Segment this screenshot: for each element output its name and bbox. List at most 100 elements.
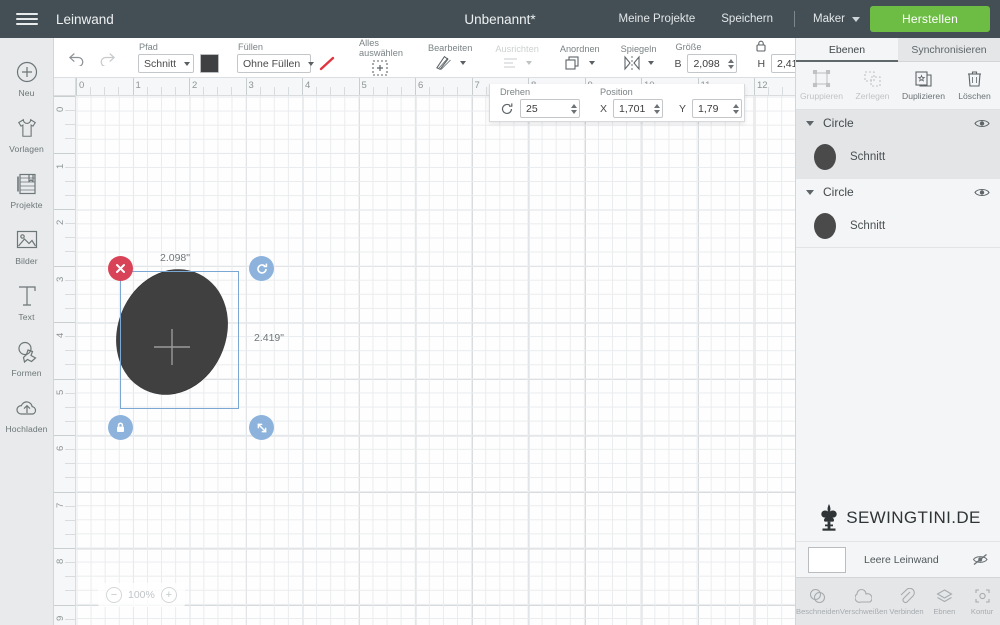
delete-label: Löschen: [958, 91, 991, 101]
save-button[interactable]: Speichern: [708, 13, 786, 25]
canvas-layer-row[interactable]: Leere Leinwand: [796, 541, 1000, 577]
sidebar-item-text[interactable]: Text: [0, 274, 54, 330]
rotate-label: Drehen: [500, 87, 531, 97]
ruler-minor-tick: [65, 180, 75, 182]
ruler-minor-tick: [65, 477, 75, 479]
minus-circle-icon[interactable]: −: [106, 587, 122, 603]
position-y-input[interactable]: 1,79: [692, 99, 743, 118]
sidebar-item-vorlagen[interactable]: Vorlagen: [0, 106, 54, 162]
width-input[interactable]: 2,098: [687, 54, 738, 73]
layer-group-2-header[interactable]: Circle: [796, 179, 1000, 205]
vertical-ruler: 0123456789: [54, 96, 76, 625]
ungroup-button[interactable]: Zerlegen: [847, 62, 898, 109]
ruler-tick: [54, 604, 75, 606]
sidebar-label-neu: Neu: [18, 88, 35, 98]
duplicate-button[interactable]: Duplizieren: [898, 62, 949, 109]
delete-button[interactable]: Löschen: [949, 62, 1000, 109]
sidebar-item-hochladen[interactable]: Hochladen: [0, 386, 54, 442]
ruler-minor-tick: [273, 87, 275, 95]
red-slash-icon[interactable]: [317, 54, 337, 73]
resize-handle-icon: [255, 421, 269, 435]
attach-button[interactable]: Verbinden: [888, 578, 926, 625]
fill-select[interactable]: Ohne Füllen: [237, 54, 315, 73]
layer-group-2-row[interactable]: Schnitt: [796, 205, 1000, 247]
sidebar-label-vorlagen: Vorlagen: [9, 144, 44, 154]
watermark-text: SEWINGTINI.DE: [846, 508, 981, 527]
canvas-layer-label: Leere Leinwand: [864, 553, 939, 566]
hamburger-icon[interactable]: [0, 0, 54, 38]
ruler-minor-tick: [90, 87, 92, 95]
rotate-handle-icon: [255, 262, 269, 276]
caret-down-icon[interactable]: [806, 120, 814, 126]
lock-closed-icon[interactable]: [754, 39, 768, 53]
select-all-button[interactable]: Alles auswählen: [346, 38, 415, 78]
flatten-button[interactable]: Ebnen: [925, 578, 963, 625]
ruler-minor-tick: [65, 420, 75, 422]
layer-group-1-row[interactable]: Schnitt: [796, 136, 1000, 178]
rotate-value: 25: [526, 102, 538, 115]
caret-down-icon[interactable]: [806, 189, 814, 195]
ruler-minor-tick: [386, 87, 388, 95]
layer-group-1-name: Circle: [823, 116, 854, 130]
sidebar-item-neu[interactable]: Neu: [0, 50, 54, 106]
width-label: B: [674, 57, 682, 70]
undo-redo-group: [54, 50, 129, 66]
layer-group-2[interactable]: Circle Schnitt: [796, 179, 1000, 248]
eye-off-icon[interactable]: [972, 553, 989, 566]
ruler-minor-tick: [217, 87, 219, 95]
path-label: Pfad: [139, 42, 158, 52]
eye-icon[interactable]: [974, 118, 990, 129]
rotate-handle[interactable]: [249, 256, 274, 281]
position-x-stepper[interactable]: [654, 103, 661, 114]
ruler-minor-tick: [65, 279, 75, 281]
path-color-swatch[interactable]: [200, 54, 219, 73]
weld-icon: [855, 588, 873, 604]
design-canvas[interactable]: 0123456789101112 0123456789: [54, 78, 795, 625]
canvas-grid[interactable]: 2.098" 2.419" − 100% +: [76, 96, 795, 625]
resize-handle[interactable]: [249, 415, 274, 440]
ruler-minor-tick: [65, 251, 75, 253]
rotate-input[interactable]: 25: [520, 99, 580, 118]
machine-selector[interactable]: Maker: [803, 13, 870, 25]
my-projects-link[interactable]: Meine Projekte: [606, 13, 709, 25]
ruler-tick-label: 3: [248, 80, 254, 91]
layers-panel: Ebenen Synchronisieren Gruppieren Zerleg…: [795, 38, 1000, 625]
slice-button[interactable]: Beschneiden: [796, 578, 840, 625]
sidebar-item-bilder[interactable]: Bilder: [0, 218, 54, 274]
width-stepper[interactable]: [728, 58, 735, 69]
bottom-tools: Beschneiden Verschweißen Verbinden Ebnen…: [796, 577, 1000, 625]
path-select[interactable]: Schnitt: [138, 54, 194, 73]
tab-ebenen[interactable]: Ebenen: [796, 38, 898, 62]
plus-circle-icon[interactable]: +: [160, 587, 177, 603]
contour-button[interactable]: Kontur: [963, 578, 1000, 625]
layer-group-1-header[interactable]: Circle: [796, 110, 1000, 136]
make-it-button[interactable]: Herstellen: [870, 6, 990, 32]
flip-button[interactable]: Spiegeln: [610, 38, 667, 78]
tab-synchronisieren[interactable]: Synchronisieren: [898, 38, 1000, 62]
undo-arrow-icon[interactable]: [68, 50, 86, 66]
image-icon: [0, 227, 54, 253]
redo-arrow-icon[interactable]: [98, 50, 116, 66]
lock-handle[interactable]: [108, 415, 133, 440]
position-y-stepper[interactable]: [733, 103, 740, 114]
layer-group-1[interactable]: Circle Schnitt: [796, 110, 1000, 179]
edit-button[interactable]: Bearbeiten: [415, 38, 484, 78]
group-button[interactable]: Gruppieren: [796, 62, 847, 109]
rotate-stepper[interactable]: [571, 103, 577, 114]
flatten-label: Ebnen: [933, 606, 956, 616]
position-x-input[interactable]: 1,701: [613, 99, 664, 118]
position-y-label: Y: [679, 102, 687, 115]
weld-button[interactable]: Verschweißen: [840, 578, 888, 625]
ruler-minor-tick: [65, 576, 75, 578]
sidebar-item-formen[interactable]: Formen: [0, 330, 54, 386]
flatten-icon: [936, 588, 953, 604]
sidebar-item-projekte[interactable]: Projekte: [0, 162, 54, 218]
delete-handle[interactable]: [108, 256, 133, 281]
align-button[interactable]: Ausrichten: [484, 38, 548, 78]
ruler-minor-tick: [372, 87, 374, 95]
selection-bounding-box: [120, 271, 239, 409]
arrange-button[interactable]: Anordnen: [549, 38, 610, 78]
trash-icon: [966, 70, 983, 88]
canvas-color-swatch[interactable]: [808, 546, 846, 573]
eye-icon[interactable]: [974, 187, 990, 198]
